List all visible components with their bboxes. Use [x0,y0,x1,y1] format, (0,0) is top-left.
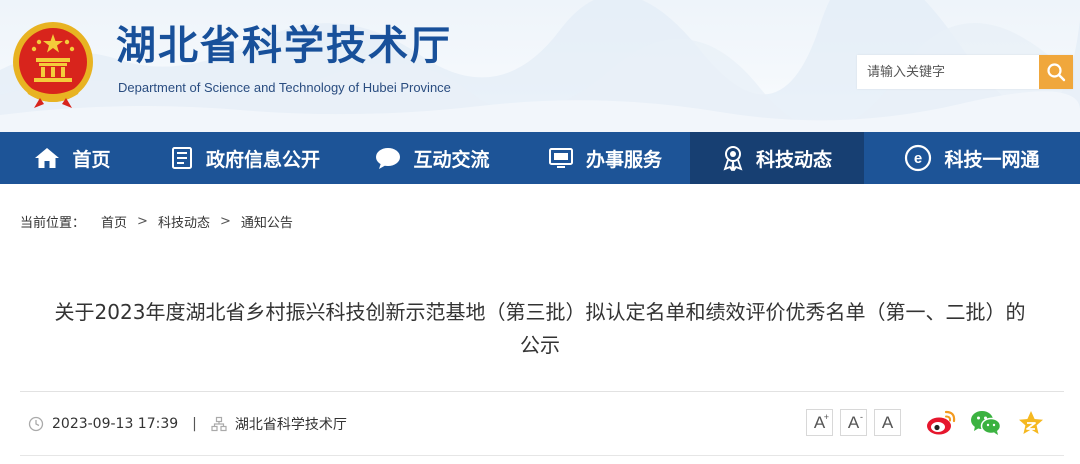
breadcrumb-tech-news-link[interactable]: 科技动态 [158,212,210,231]
nav-item-label: 科技动态 [755,148,832,171]
wechat-icon [971,411,1002,435]
search-button[interactable] [1039,55,1073,89]
font-reset-button[interactable]: A [874,409,901,436]
share-buttons [925,408,1047,438]
home-icon [35,148,60,168]
nav-item-label: 首页 [72,148,111,171]
font-button-label: A [847,412,860,432]
font-decrease-button[interactable]: A - [840,409,867,436]
nav-item-label: 科技一网通 [944,148,1040,171]
nav-item-label: 办事服务 [585,148,662,171]
share-wechat-button[interactable] [970,408,1002,438]
nav-item-gov-info[interactable]: 政府信息公开 [145,132,345,184]
favorite-star-icon [1019,411,1043,434]
monitor-icon [548,148,573,168]
breadcrumb: 当前位置： 首页 > 科技动态 > 通知公告 [20,212,293,231]
breadcrumb-home-link[interactable]: 首页 [101,212,127,231]
breadcrumb-separator: > [137,214,148,229]
main-nav: 首页 政府信息公开 互动交流 办事服务 科技动态 e 科技一网通 [0,132,1080,184]
award-medal-icon [723,146,743,171]
nav-item-tech-news[interactable]: 科技动态 [690,132,864,184]
national-emblem-icon [13,22,93,108]
site-title: 湖北省科学技术厅 [116,22,452,69]
search-box [857,55,1073,89]
article-title-line: 公示 [520,333,560,357]
document-list-icon [171,147,192,169]
font-increase-button[interactable]: A + [806,409,833,436]
nav-item-interaction[interactable]: 互动交流 [345,132,520,184]
svg-text:e: e [914,150,922,167]
font-button-mark: + [823,412,829,422]
nav-item-label: 互动交流 [413,148,490,171]
search-icon [1047,63,1066,82]
search-input[interactable] [857,55,1039,89]
favorite-button[interactable] [1015,408,1047,438]
share-weibo-button[interactable] [925,408,957,438]
divider [20,391,1064,392]
font-button-mark: - [860,412,863,422]
clock-icon [28,416,44,432]
site-subtitle: Department of Science and Technology of … [118,80,451,95]
article-title-line: 关于2023年度湖北省乡村振兴科技创新示范基地（第三批）拟认定名单和绩效评价优秀… [54,300,1026,324]
site-header: 湖北省科学技术厅 Department of Science and Techn… [0,0,1080,132]
font-button-label: A [881,412,894,432]
article-title: 关于2023年度湖北省乡村振兴科技创新示范基地（第三批）拟认定名单和绩效评价优秀… [10,296,1070,362]
chat-bubble-icon [376,148,401,169]
publish-date: 2023-09-13 17:39 [52,416,179,432]
article-meta: 2023-09-13 17:39 | 湖北省科学技术厅 [28,412,347,436]
breadcrumb-separator: > [219,214,231,229]
breadcrumb-notices-link[interactable]: 通知公告 [241,212,293,231]
meta-separator: | [192,416,197,432]
e-circle-icon: e [905,144,932,172]
article-source: 湖北省科学技术厅 [234,417,347,433]
nav-item-home[interactable]: 首页 [0,132,145,184]
nav-item-services[interactable]: 办事服务 [520,132,690,184]
weibo-icon [927,410,956,435]
nav-item-label: 政府信息公开 [205,148,320,171]
font-size-controls: A + A - A [806,409,901,436]
org-structure-icon [211,416,227,432]
breadcrumb-label: 当前位置： [20,216,86,231]
nav-item-tech-portal[interactable]: e 科技一网通 [864,132,1080,184]
divider [20,455,1064,456]
